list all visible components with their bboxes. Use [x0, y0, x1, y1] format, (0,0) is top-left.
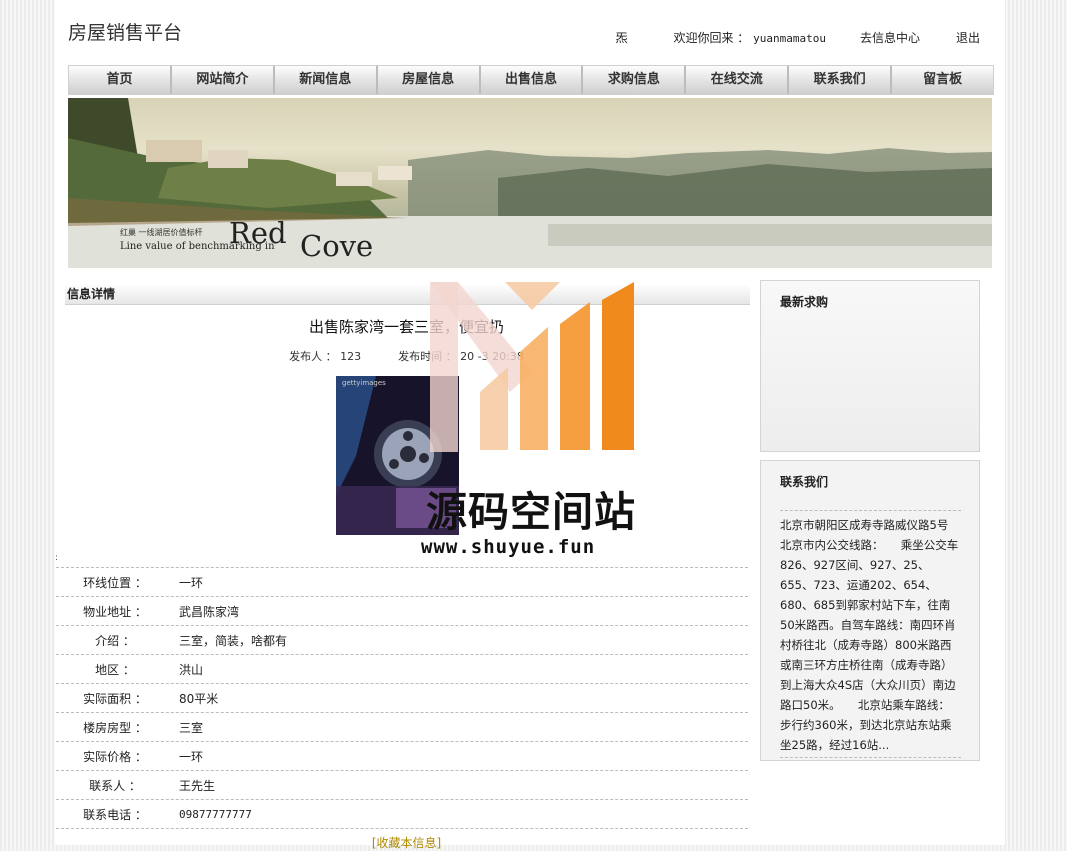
contact-text: 北京市朝阳区成寿寺路威仪路5号 北京市内公交线路： 乘坐公交车826、927区间…	[780, 515, 971, 758]
detail-row: 实际价格 ： 一环	[56, 741, 748, 770]
nav-houses[interactable]: 房屋信息	[377, 66, 481, 94]
detail-label: 介绍 ：	[95, 633, 135, 648]
detail-value: 三室，简装，啥都有	[179, 633, 288, 648]
top-links: 炁 欢迎你回来 ： yuanmamatou 去信息中心 退出	[615, 29, 980, 46]
detail-label: 实际面积 ：	[83, 691, 147, 706]
photo-tag: gettyimages	[342, 379, 386, 387]
logout-link[interactable]: 退出	[956, 29, 980, 46]
watermark-logo	[430, 282, 634, 452]
detail-value: 武昌陈家湾	[179, 604, 240, 619]
detail-label: 环线位置 ：	[83, 575, 147, 590]
detail-value: 一环	[179, 749, 204, 764]
detail-label: 实际价格 ：	[83, 749, 147, 764]
detail-row: 楼房房型 ： 三室	[56, 712, 748, 741]
main-nav: 首页 网站简介 新闻信息 房屋信息 出售信息 求购信息 在线交流 联系我们 留言…	[68, 65, 994, 95]
wanted-box: 最新求购	[760, 280, 980, 452]
detail-row: 介绍 ： 三室，简装，啥都有	[56, 625, 748, 654]
nav-news[interactable]: 新闻信息	[274, 66, 378, 94]
detail-label: 地区 ：	[95, 662, 135, 677]
detail-row: 物业地址 ： 武昌陈家湾	[56, 596, 748, 625]
nav-site-intro[interactable]: 网站简介	[171, 66, 275, 94]
publisher-label: 发布人 ：	[289, 350, 337, 363]
detail-row: 联系人 ： 王先生	[56, 770, 748, 799]
detail-label: 物业地址 ：	[83, 604, 147, 619]
watermark-url: www.shuyue.fun	[421, 536, 596, 558]
section-title: 信息详情	[65, 284, 750, 305]
detail-value: 王先生	[179, 778, 216, 793]
detail-label: 联系人 ：	[89, 778, 141, 793]
post-title: 出售陈家湾一套三室，便宜扔	[308, 318, 504, 336]
banner-word-cove: Cove	[300, 229, 374, 263]
detail-value: 80平米	[179, 691, 219, 706]
divider	[780, 510, 961, 511]
banner-word-red: Red	[229, 216, 287, 250]
detail-label: 联系电话 ：	[83, 807, 147, 822]
wanted-title: 最新求购	[780, 295, 829, 309]
nav-for-sale[interactable]: 出售信息	[480, 66, 584, 94]
site-title: 房屋销售平台	[68, 22, 183, 44]
top-mark: 炁	[615, 31, 628, 45]
detail-value: 三室	[179, 720, 204, 735]
welcome-text: 欢迎你回来 ： yuanmamatou	[673, 29, 826, 46]
nav-guestbook[interactable]: 留言板	[892, 66, 994, 94]
welcome-prefix: 欢迎你回来 ：	[673, 31, 750, 45]
contact-box: 联系我们 北京市朝阳区成寿寺路威仪路5号 北京市内公交线路： 乘坐公交车826、…	[760, 460, 980, 761]
publisher-value: 123	[340, 350, 362, 363]
nav-home[interactable]: 首页	[69, 66, 172, 94]
detail-row: 实际面积 ： 80平米	[56, 683, 748, 712]
detail-label: 楼房房型 ：	[83, 720, 147, 735]
stray-mark: :	[55, 553, 59, 563]
contact-title: 联系我们	[780, 475, 829, 489]
banner-small-text: 红巢 一线湖居价值标杆	[120, 228, 203, 237]
username: yuanmamatou	[753, 32, 826, 45]
detail-value: 09877777777	[179, 807, 252, 821]
detail-row: 地区 ： 洪山	[56, 654, 748, 683]
detail-value: 一环	[179, 575, 204, 590]
nav-online-chat[interactable]: 在线交流	[686, 66, 790, 94]
nav-contact[interactable]: 联系我们	[789, 66, 893, 94]
favorite-link[interactable]: [收藏本信息]	[65, 834, 748, 851]
details-table: 环线位置 ： 一环 物业地址 ： 武昌陈家湾 介绍 ： 三室，简装，啥都有 地区 ： 洪…	[56, 567, 748, 829]
banner-image: 红巢 一线湖居价值标杆 Line value of benchmarking i…	[68, 98, 992, 268]
detail-value: 洪山	[179, 662, 204, 677]
info-center-link[interactable]: 去信息中心	[860, 29, 920, 46]
post-meta: 发布人 ： 123 发布时间 ： 20 -3 20:38	[65, 348, 748, 364]
detail-row: 联系电话 ： 09877777777	[56, 799, 748, 829]
nav-wanted[interactable]: 求购信息	[583, 66, 687, 94]
detail-row: 环线位置 ： 一环	[56, 567, 748, 596]
watermark-text: 源码空间站	[426, 488, 636, 536]
